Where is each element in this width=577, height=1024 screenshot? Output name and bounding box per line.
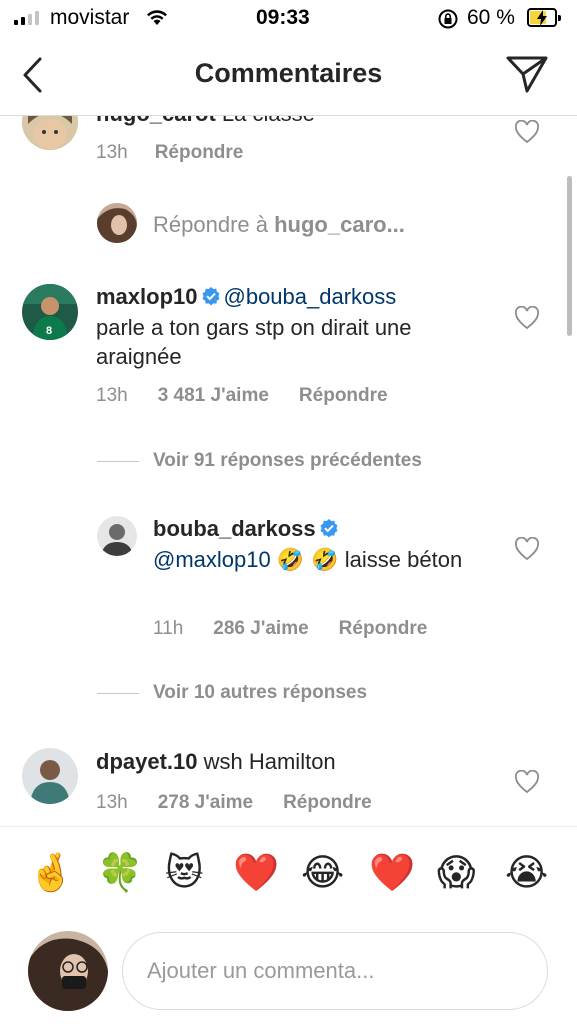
comments-list[interactable]: hugo_carot La classe 13h Répondre Répond…	[0, 116, 577, 826]
comment-meta: 13h Répondre	[96, 142, 243, 164]
reply-button[interactable]: Répondre	[283, 792, 372, 814]
comment-meta: 13h 3 481 J'aime Répondre	[96, 385, 388, 407]
verified-badge-icon	[319, 516, 339, 545]
svg-text:8: 8	[46, 325, 52, 337]
emoji-clover[interactable]: 🍀	[97, 853, 143, 893]
avatar[interactable]	[22, 116, 78, 150]
likes-count[interactable]: 286 J'aime	[213, 618, 308, 640]
like-heart-icon[interactable]	[514, 769, 540, 799]
status-bar: movistar 09:33 60 %	[0, 0, 577, 38]
battery-icon	[527, 8, 561, 27]
comment-input-wrapper[interactable]	[122, 932, 548, 1010]
comment-text: bouba_darkoss @maxlop10 🤣 🤣 laisse béton	[153, 516, 463, 573]
likes-count[interactable]: 3 481 J'aime	[158, 385, 269, 407]
comment-mention[interactable]: @maxlop10	[153, 547, 271, 572]
comment-input[interactable]	[147, 953, 527, 989]
emoji-crying[interactable]: 😭	[505, 853, 548, 893]
comment-text: dpayet.10 wsh Hamilton	[96, 749, 336, 774]
likes-count[interactable]: 278 J'aime	[158, 792, 253, 814]
comment-meta: 11h 286 J'aime Répondre	[153, 618, 427, 640]
reply-button[interactable]: Répondre	[339, 618, 428, 640]
comment-time: 13h	[96, 385, 128, 406]
nav-bar: Commentaires	[0, 38, 577, 116]
comment-meta: 13h 278 J'aime Répondre	[96, 792, 372, 814]
comment-text: hugo_carot La classe	[96, 116, 315, 128]
signal-icon	[14, 11, 39, 25]
emoji-red-heart[interactable]: ❤️	[369, 853, 415, 893]
emoji-crossed-fingers[interactable]: 🤞	[28, 853, 74, 893]
wifi-icon	[145, 8, 169, 31]
clock: 09:33	[256, 6, 310, 29]
view-more-replies[interactable]: Voir 10 autres réponses	[97, 682, 367, 704]
comment-emojis: 🤣 🤣	[276, 547, 339, 573]
emoji-screaming[interactable]: 😱	[437, 853, 476, 893]
scrollbar[interactable]	[567, 176, 572, 336]
view-previous-replies[interactable]: Voir 91 réponses précédentes	[97, 450, 422, 472]
emoji-heart-eyes-cat[interactable]: 😻	[165, 853, 204, 893]
page-title: Commentaires	[194, 58, 383, 88]
reply-button[interactable]: Répondre	[155, 142, 244, 164]
comment-time: 13h	[96, 792, 128, 813]
paper-plane-icon	[506, 56, 548, 93]
like-heart-icon[interactable]	[514, 536, 540, 566]
battery-percent: 60 %	[467, 6, 515, 29]
carrier-name: movistar	[50, 6, 130, 29]
reply-to-label[interactable]: Répondre à hugo_caro...	[153, 212, 405, 238]
my-avatar	[28, 931, 108, 1011]
like-heart-icon[interactable]	[514, 119, 540, 149]
like-heart-icon[interactable]	[514, 305, 540, 335]
avatar	[97, 203, 137, 243]
avatar[interactable]	[22, 748, 78, 804]
comment-username[interactable]: dpayet.10	[96, 749, 198, 774]
reply-button[interactable]: Répondre	[299, 385, 388, 407]
comment-mention[interactable]: @bouba_darkoss	[224, 284, 397, 309]
share-button[interactable]	[505, 54, 549, 99]
avatar[interactable]	[97, 516, 137, 556]
comment-text: maxlop10 @bouba_darkoss parle a ton gars …	[96, 284, 412, 369]
emoji-tears-of-joy[interactable]: 😂	[301, 853, 344, 893]
avatar[interactable]: 8	[22, 284, 78, 340]
comment-username[interactable]: maxlop10	[96, 284, 198, 309]
verified-badge-icon	[201, 284, 221, 313]
comment-composer: 🤞 🍀 😻 ❤️ 😂 ❤️ 😱 😭	[0, 826, 577, 1024]
orientation-lock-icon	[437, 8, 459, 35]
comment-time: 13h	[96, 142, 128, 163]
emoji-red-heart[interactable]: ❤️	[233, 853, 279, 893]
comment-time: 11h	[153, 618, 184, 639]
comment-username[interactable]: bouba_darkoss	[153, 516, 316, 541]
